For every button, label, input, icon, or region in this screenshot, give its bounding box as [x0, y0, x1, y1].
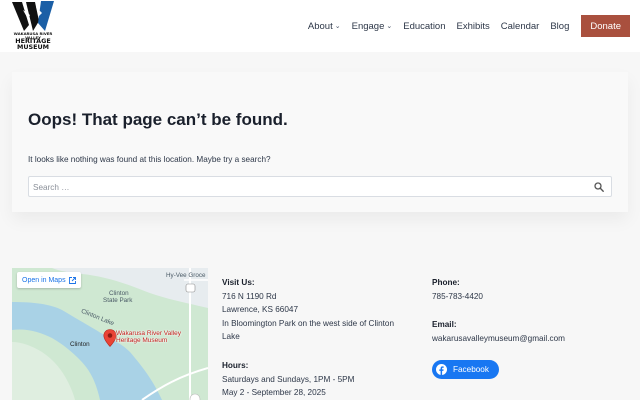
nav-engage[interactable]: Engage ⌄ [352, 21, 393, 32]
nav-about-label: About [307, 20, 333, 32]
facebook-label: Facebook [453, 365, 489, 374]
map-label-park-line1: Clinton [109, 290, 129, 297]
visit-heading: Visit Us: [222, 278, 255, 287]
visit-directions: In Bloomington Park on the west side of … [222, 318, 395, 342]
not-found-message: It looks like nothing was found at this … [28, 155, 271, 164]
map-pin-label: Wakarusa River Valley Heritage Museum [116, 330, 196, 345]
phone-info: Phone: 785-783-4420 [432, 276, 612, 303]
search-input[interactable] [33, 180, 583, 194]
open-in-maps-label: Open in Maps [22, 276, 66, 284]
phone-number[interactable]: 785-783-4420 [432, 290, 612, 304]
map-label-hy-vee: Hy-Vee Groce [166, 272, 206, 279]
hours-heading: Hours: [222, 361, 249, 370]
email-heading: Email: [432, 320, 457, 329]
email-address[interactable]: wakarusavalleymuseum@gmail.com [432, 332, 632, 346]
hours-info: Hours: Saturdays and Sundays, 1PM - 5PM … [222, 359, 412, 400]
not-found-card: Oops! That page can’t be found. It looks… [12, 72, 628, 212]
visit-info: Visit Us: 716 N 1190 Rd Lawrence, KS 660… [222, 276, 412, 344]
search-form [28, 176, 612, 197]
hours-days: Saturdays and Sundays, 1PM - 5PM [222, 374, 355, 384]
chevron-down-icon: ⌄ [386, 23, 393, 30]
nav-engage-label: Engage [351, 20, 385, 32]
hours-season: May 2 - September 28, 2025 [222, 388, 326, 397]
nav-education[interactable]: Education [403, 21, 445, 32]
nav-about[interactable]: About ⌄ [308, 21, 341, 32]
visit-address-line1: 716 N 1190 Rd [222, 291, 277, 301]
chevron-down-icon: ⌄ [334, 23, 341, 30]
email-info: Email: wakarusavalleymuseum@gmail.com [432, 318, 632, 345]
pin-label-line2: Heritage Museum [116, 336, 168, 344]
location-map[interactable]: Open in Maps Hy-Vee Groce Clinton State … [12, 268, 208, 400]
search-icon[interactable] [594, 182, 604, 192]
visit-address-line2: Lawrence, KS 66047 [222, 305, 299, 314]
open-in-maps-link[interactable]: Open in Maps [17, 272, 81, 288]
nav-exhibits[interactable]: Exhibits [457, 21, 490, 32]
logo-w-mark-icon [12, 1, 54, 31]
logo-text-line3: MUSEUM [16, 43, 50, 51]
map-pin-icon[interactable] [103, 329, 117, 347]
facebook-icon [436, 364, 447, 375]
map-label-town: Clinton [70, 341, 90, 348]
nav-calendar[interactable]: Calendar [501, 21, 540, 32]
main-nav: About ⌄ Engage ⌄ Education Exhibits Cale… [297, 15, 630, 37]
map-label-park-line2: State Park [103, 297, 133, 304]
nav-blog[interactable]: Blog [550, 21, 569, 32]
site-header: WAKARUSA RIVER VALLEY HERITAGE MUSEUM Ab… [0, 0, 640, 52]
facebook-button[interactable]: Facebook [432, 360, 499, 379]
page-title: Oops! That page can’t be found. [28, 110, 288, 129]
donate-button[interactable]: Donate [581, 15, 630, 37]
museum-logo[interactable]: WAKARUSA RIVER VALLEY HERITAGE MUSEUM [12, 1, 54, 51]
external-link-icon [68, 276, 76, 284]
phone-heading: Phone: [432, 278, 460, 287]
